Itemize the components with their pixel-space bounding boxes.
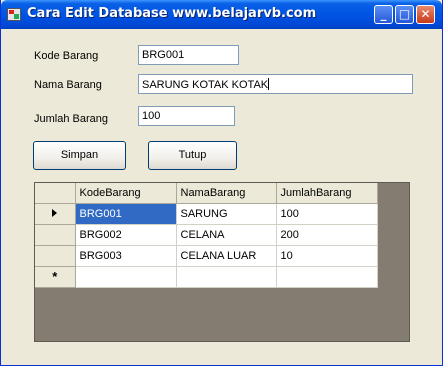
- grid-table: KodeBarang NamaBarang JumlahBarang BRG00…: [35, 183, 378, 288]
- grid-header-row: KodeBarang NamaBarang JumlahBarang: [35, 183, 378, 204]
- app-icon[interactable]: [7, 8, 21, 21]
- new-row-asterisk-icon: *: [52, 269, 58, 284]
- cell-jumlah[interactable]: 100: [276, 203, 378, 225]
- new-cell-jumlah[interactable]: [276, 266, 378, 288]
- cell-kode[interactable]: BRG001: [75, 203, 177, 225]
- main-window: Cara Edit Database www.belajarvb.com _ □…: [0, 0, 443, 366]
- jumlah-barang-label: Jumlah Barang: [34, 113, 108, 125]
- grid-corner-cell[interactable]: [35, 183, 76, 204]
- minimize-button[interactable]: _: [374, 5, 393, 24]
- current-row-arrow-icon: [52, 208, 58, 217]
- row-header-current[interactable]: [35, 203, 76, 225]
- row-header[interactable]: [35, 245, 76, 267]
- row-header-new[interactable]: *: [35, 266, 76, 288]
- new-cell-nama[interactable]: [176, 266, 277, 288]
- column-header-kodebarang[interactable]: KodeBarang: [75, 183, 177, 204]
- table-row[interactable]: BRG001 SARUNG 100: [35, 203, 378, 225]
- cell-jumlah[interactable]: 10: [276, 245, 378, 267]
- cell-kode[interactable]: BRG002: [75, 224, 177, 246]
- maximize-button[interactable]: □: [395, 5, 414, 24]
- kode-barang-input[interactable]: BRG001: [138, 45, 239, 65]
- row-header[interactable]: [35, 224, 76, 246]
- jumlah-barang-input[interactable]: 100: [138, 106, 235, 126]
- close-button[interactable]: ✕: [416, 5, 435, 24]
- table-row[interactable]: BRG002 CELANA 200: [35, 224, 378, 246]
- new-row[interactable]: *: [35, 266, 378, 288]
- tutup-button[interactable]: Tutup: [148, 141, 237, 170]
- window-title: Cara Edit Database www.belajarvb.com: [27, 6, 317, 21]
- cell-nama[interactable]: CELANA LUAR: [176, 245, 277, 267]
- cell-nama[interactable]: CELANA: [176, 224, 277, 246]
- simpan-button[interactable]: Simpan: [33, 141, 126, 170]
- table-row[interactable]: BRG003 CELANA LUAR 10: [35, 245, 378, 267]
- data-grid[interactable]: KodeBarang NamaBarang JumlahBarang BRG00…: [34, 182, 410, 342]
- text-caret: [268, 78, 270, 90]
- column-header-namabarang[interactable]: NamaBarang: [176, 183, 277, 204]
- nama-barang-value: SARUNG KOTAK KOTAK: [142, 79, 269, 91]
- nama-barang-input[interactable]: SARUNG KOTAK KOTAK: [138, 74, 413, 94]
- column-header-jumlahbarang[interactable]: JumlahBarang: [276, 183, 378, 204]
- new-cell-kode[interactable]: [75, 266, 177, 288]
- nama-barang-label: Nama Barang: [34, 79, 102, 91]
- cell-nama[interactable]: SARUNG: [176, 203, 277, 225]
- kode-barang-label: Kode Barang: [34, 50, 99, 62]
- title-bar[interactable]: Cara Edit Database www.belajarvb.com _ □…: [1, 0, 442, 29]
- cell-jumlah[interactable]: 200: [276, 224, 378, 246]
- cell-kode[interactable]: BRG003: [75, 245, 177, 267]
